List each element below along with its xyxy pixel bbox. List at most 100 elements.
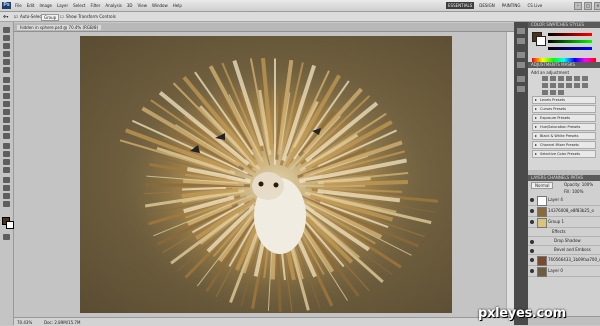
auto-select-dropdown[interactable]: Group	[41, 14, 60, 21]
posterize-icon[interactable]	[582, 83, 588, 88]
effect-row[interactable]: Bevel and Emboss	[528, 246, 600, 255]
minimize-icon[interactable]: –	[574, 2, 582, 10]
eye-icon[interactable]	[530, 269, 534, 273]
eye-icon[interactable]	[530, 249, 534, 253]
character-panel-icon[interactable]	[517, 52, 525, 58]
clone-source-panel-icon[interactable]	[517, 86, 525, 92]
cs-live[interactable]: CS Live	[525, 2, 544, 9]
gradient-map-icon[interactable]	[550, 90, 556, 95]
preset-exposure[interactable]: Exposure Presets	[532, 114, 596, 122]
brightness-icon[interactable]	[542, 76, 548, 81]
menu-file[interactable]: File	[15, 3, 22, 8]
3d-rotate-tool-icon[interactable]	[3, 177, 10, 183]
eye-icon[interactable]	[530, 198, 534, 202]
auto-select-checkbox[interactable]: ☑	[14, 14, 18, 19]
green-slider[interactable]	[548, 40, 592, 43]
tab-paths[interactable]: PATHS	[570, 175, 583, 180]
tab-swatches[interactable]: SWATCHES	[546, 22, 568, 27]
history-panel-icon[interactable]	[517, 28, 525, 34]
eye-icon[interactable]	[530, 240, 534, 244]
zoom-level[interactable]: 70.43%	[17, 320, 32, 325]
fill-field[interactable]: Fill: 100%	[564, 189, 583, 194]
menu-select[interactable]: Select	[73, 3, 85, 8]
menu-edit[interactable]: Edit	[27, 3, 35, 8]
tab-color[interactable]: COLOR	[531, 22, 545, 27]
preset-channel-mixer[interactable]: Channel Mixer Presets	[532, 141, 596, 149]
preset-selective-color[interactable]: Selective Color Presets	[532, 150, 596, 158]
threshold-icon[interactable]	[542, 90, 548, 95]
marquee-tool-icon[interactable]	[3, 35, 10, 41]
menu-help[interactable]: Help	[173, 3, 182, 8]
layer-row[interactable]: Layer 0	[528, 266, 600, 277]
background-color-swatch[interactable]	[6, 221, 14, 229]
eye-icon[interactable]	[530, 209, 534, 213]
vertical-scrollbar[interactable]	[506, 32, 514, 316]
pen-tool-icon[interactable]	[3, 143, 10, 149]
menu-view[interactable]: View	[138, 3, 148, 8]
tab-masks[interactable]: MASKS	[561, 62, 575, 67]
preset-levels[interactable]: Levels Presets	[532, 96, 596, 104]
quick-mask-icon[interactable]	[3, 234, 10, 240]
workspace-painting[interactable]: PAINTING	[500, 2, 523, 9]
move-tool-icon[interactable]	[3, 27, 10, 33]
preset-black-white[interactable]: Black & White Presets	[532, 132, 596, 140]
zoom-tool-icon[interactable]	[3, 201, 10, 207]
eyedropper-tool-icon[interactable]	[3, 67, 10, 73]
maximize-icon[interactable]: □	[584, 2, 592, 10]
tab-adjustments[interactable]: ADJUSTMENTS	[531, 62, 560, 67]
invert-icon[interactable]	[574, 83, 580, 88]
preset-curves[interactable]: Curves Presets	[532, 105, 596, 113]
artwork-canvas[interactable]	[80, 36, 452, 313]
menu-window[interactable]: Window	[152, 3, 168, 8]
workspace-design[interactable]: DESIGN	[477, 2, 496, 9]
layer-row[interactable]: Layer 4	[528, 195, 600, 206]
close-icon[interactable]: ×	[594, 2, 600, 10]
clone-stamp-tool-icon[interactable]	[3, 93, 10, 99]
eraser-tool-icon[interactable]	[3, 109, 10, 115]
lasso-tool-icon[interactable]	[3, 43, 10, 49]
color-balance-icon[interactable]	[542, 83, 548, 88]
healing-brush-tool-icon[interactable]	[3, 77, 10, 83]
crop-tool-icon[interactable]	[3, 59, 10, 65]
tab-styles[interactable]: STYLES	[569, 22, 584, 27]
eye-icon[interactable]	[530, 258, 534, 262]
gradient-tool-icon[interactable]	[3, 117, 10, 123]
shape-tool-icon[interactable]	[3, 167, 10, 173]
blur-tool-icon[interactable]	[3, 125, 10, 131]
tab-channels[interactable]: CHANNELS	[547, 175, 569, 180]
actions-panel-icon[interactable]	[517, 38, 525, 44]
preset-hue-saturation[interactable]: Hue/Saturation Presets	[532, 123, 596, 131]
paragraph-panel-icon[interactable]	[517, 62, 525, 68]
curves-icon[interactable]	[558, 76, 564, 81]
dodge-tool-icon[interactable]	[3, 133, 10, 139]
vibrance-icon[interactable]	[574, 76, 580, 81]
3d-orbit-tool-icon[interactable]	[3, 185, 10, 191]
menu-image[interactable]: Image	[39, 3, 52, 8]
channel-mixer-icon[interactable]	[566, 83, 572, 88]
type-tool-icon[interactable]	[3, 151, 10, 157]
hand-tool-icon[interactable]	[3, 193, 10, 199]
levels-icon[interactable]	[550, 76, 556, 81]
effects-row[interactable]: Effects	[528, 228, 600, 237]
history-brush-tool-icon[interactable]	[3, 101, 10, 107]
path-select-tool-icon[interactable]	[3, 159, 10, 165]
opacity-field[interactable]: Opacity: 100%	[564, 182, 593, 187]
blend-mode-dropdown[interactable]: Normal	[531, 182, 554, 189]
effect-row[interactable]: Drop Shadow	[528, 237, 600, 246]
layer-group-row[interactable]: Group 1	[528, 217, 600, 228]
brush-tool-icon[interactable]	[3, 85, 10, 91]
show-transform-checkbox[interactable]: ☐	[60, 14, 64, 19]
menu-analysis[interactable]: Analysis	[105, 3, 121, 8]
blue-slider[interactable]	[548, 47, 592, 50]
menu-3d[interactable]: 3D	[127, 3, 133, 8]
move-tool-icon[interactable]: ✥▾	[3, 14, 8, 19]
menu-layer[interactable]: Layer	[57, 3, 68, 8]
quick-select-tool-icon[interactable]	[3, 51, 10, 57]
exposure-icon[interactable]	[566, 76, 572, 81]
selective-color-icon[interactable]	[558, 90, 564, 95]
red-slider[interactable]	[548, 33, 592, 36]
photo-filter-icon[interactable]	[558, 83, 564, 88]
tab-layers[interactable]: LAYERS	[531, 175, 546, 180]
eye-icon[interactable]	[530, 220, 534, 224]
black-white-icon[interactable]	[550, 83, 556, 88]
